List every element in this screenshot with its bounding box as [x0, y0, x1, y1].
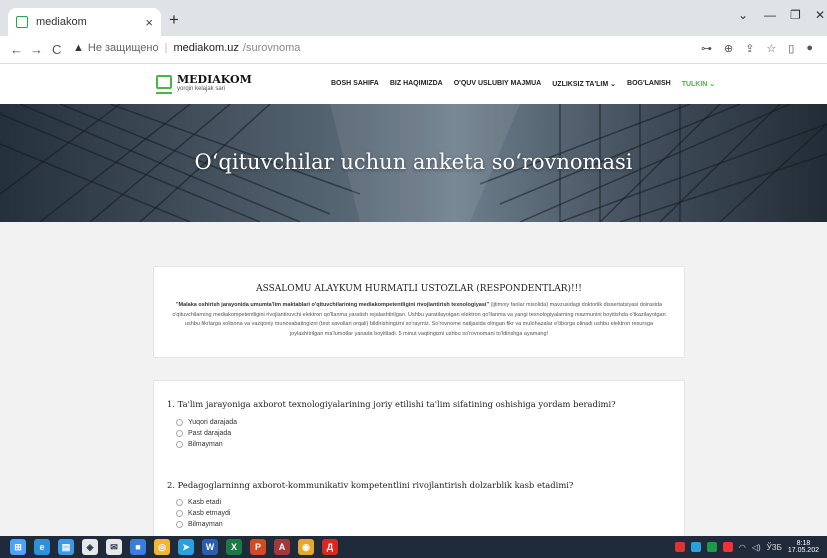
- radio-button[interactable]: [176, 441, 183, 448]
- forward-button[interactable]: →: [30, 42, 43, 57]
- network-icon[interactable]: ◠: [739, 543, 746, 552]
- mail-icon[interactable]: ✉: [106, 539, 122, 555]
- powerpoint-icon[interactable]: P: [250, 539, 266, 555]
- page-title: O‘qituvchilar uchun anketa so‘rovnomasi: [194, 150, 633, 174]
- close-window-button[interactable]: ✕: [815, 8, 825, 22]
- back-button[interactable]: ←: [10, 42, 23, 57]
- logo-title[interactable]: MEDIAKOM: [177, 73, 252, 86]
- windows-taskbar: ⊞ e ▤ ◈ ✉ ■ ◎ ➤ W X P A ◉ Д ◠ ◁) ЎЗБ 8:18 17.05.202: [0, 536, 827, 558]
- telegram-icon[interactable]: ➤: [178, 539, 194, 555]
- browser-tab-bar: mediakom × + ⌄ — ❐ ✕: [0, 0, 827, 36]
- new-tab-button[interactable]: +: [169, 10, 179, 30]
- store-icon[interactable]: ◈: [82, 539, 98, 555]
- tab-title: mediakom: [36, 16, 87, 28]
- question-2-option-2[interactable]: Kasb etmaydi: [176, 508, 230, 519]
- survey-form: 1. Ta'lim jarayoniga axborot texnologiya…: [153, 380, 685, 558]
- chrome-icon[interactable]: ◉: [298, 539, 314, 555]
- question-2-options: Kasb etadi Kasb etmaydi Bilmayman: [176, 497, 230, 530]
- close-tab-icon[interactable]: ×: [145, 15, 153, 30]
- menu-item-continuous-education[interactable]: UZLIKSIZ TA'LIM ⌄: [552, 80, 616, 88]
- browser-tab[interactable]: mediakom ×: [8, 8, 161, 36]
- input-language[interactable]: ЎЗБ: [767, 543, 782, 552]
- intro-heading: ASSALOMU ALAYKUM HURMATLI USTOZLAR (RESP…: [256, 284, 582, 294]
- menu-item-home[interactable]: BOSH SAHIFA: [331, 80, 379, 88]
- access-icon[interactable]: A: [274, 539, 290, 555]
- profile-icon[interactable]: ●: [806, 42, 813, 55]
- key-icon[interactable]: ⊶: [701, 42, 712, 55]
- menu-item-user[interactable]: TULKIN ⌄: [682, 80, 715, 88]
- tray-app-icon[interactable]: [722, 542, 733, 552]
- main-menu: BOSH SAHIFA BIZ HAQIMIZDA O'QUV USLUBIY …: [331, 80, 715, 88]
- acrobat-icon[interactable]: Д: [322, 539, 338, 555]
- taskbar-apps: ⊞ e ▤ ◈ ✉ ■ ◎ ➤ W X P A ◉ Д: [10, 539, 338, 555]
- not-secure-label: Не защищено: [87, 42, 159, 54]
- question-2: 2. Pedagoglarninng axborot-kommunikativ …: [167, 480, 574, 490]
- mediakom-favicon-icon: [16, 16, 28, 28]
- menu-item-course[interactable]: O'QUV USLUBIY MAJMUA: [454, 80, 542, 88]
- clock[interactable]: 8:18 17.05.202: [788, 540, 819, 554]
- question-2-option-3[interactable]: Bilmayman: [176, 519, 230, 530]
- volume-icon[interactable]: ◁): [752, 543, 761, 552]
- word-icon[interactable]: W: [202, 539, 218, 555]
- address-bar-icons: ⊶ ⊕ ⇪ ☆ ▯ ●: [701, 42, 813, 55]
- zoom-icon[interactable]: ⊕: [724, 42, 733, 55]
- intro-text: "Malaka oshirish jarayonida umumta'lim m…: [172, 302, 666, 337]
- address-bar: ← → C ▲ Не защищено | mediakom.uz/surovn…: [0, 36, 827, 64]
- edge-icon[interactable]: e: [34, 539, 50, 555]
- question-1-options: Yuqori darajada Past darajada Bilmayman: [176, 417, 237, 450]
- url-field[interactable]: ▲ Не защищено | mediakom.uz/surovnoma: [73, 42, 300, 54]
- maximize-button[interactable]: ❐: [790, 8, 801, 22]
- tab-search-icon[interactable]: ⌄: [738, 8, 748, 22]
- sidebar-icon[interactable]: ▯: [788, 42, 794, 55]
- tray-app-icon[interactable]: [674, 542, 685, 552]
- explorer-icon[interactable]: ▤: [58, 539, 74, 555]
- radio-button[interactable]: [176, 419, 183, 426]
- share-icon[interactable]: ⇪: [745, 42, 754, 55]
- reload-button[interactable]: C: [52, 42, 61, 57]
- app-icon[interactable]: ■: [130, 539, 146, 555]
- url-host: mediakom.uz: [173, 42, 239, 54]
- windows-icon[interactable]: ⊞: [10, 539, 26, 555]
- menu-item-about[interactable]: BIZ HAQIMIZDA: [390, 80, 443, 88]
- url-path: /surovnoma: [242, 42, 301, 54]
- question-1: 1. Ta'lim jarayoniga axborot texnologiya…: [167, 399, 616, 409]
- radio-button[interactable]: [176, 510, 183, 517]
- tray-app-icon[interactable]: [706, 542, 717, 552]
- star-icon[interactable]: ☆: [766, 42, 776, 55]
- minimize-button[interactable]: —: [764, 8, 776, 22]
- site-header: MEDIAKOM yorqin kelajak sari BOSH SAHIFA…: [0, 64, 827, 104]
- radio-button[interactable]: [176, 521, 183, 528]
- chrome-alt-icon[interactable]: ◎: [154, 539, 170, 555]
- intro-card: ASSALOMU ALAYKUM HURMATLI USTOZLAR (RESP…: [153, 266, 685, 358]
- logo-subtitle: yorqin kelajak sari: [177, 86, 226, 92]
- radio-button[interactable]: [176, 430, 183, 437]
- menu-item-contact[interactable]: BOG'LANISH: [627, 80, 671, 88]
- question-2-option-1[interactable]: Kasb etadi: [176, 497, 230, 508]
- not-secure-icon: ▲: [73, 42, 84, 54]
- question-1-option-1[interactable]: Yuqori darajada: [176, 417, 237, 428]
- hero-banner: O‘qituvchilar uchun anketa so‘rovnomasi: [0, 104, 827, 222]
- excel-icon[interactable]: X: [226, 539, 242, 555]
- logo-monitor-icon[interactable]: [156, 75, 172, 89]
- radio-button[interactable]: [176, 499, 183, 506]
- question-1-option-2[interactable]: Past darajada: [176, 428, 237, 439]
- question-1-option-3[interactable]: Bilmayman: [176, 439, 237, 450]
- system-tray: ◠ ◁) ЎЗБ 8:18 17.05.202: [674, 540, 819, 554]
- tray-telegram-icon[interactable]: [690, 542, 701, 552]
